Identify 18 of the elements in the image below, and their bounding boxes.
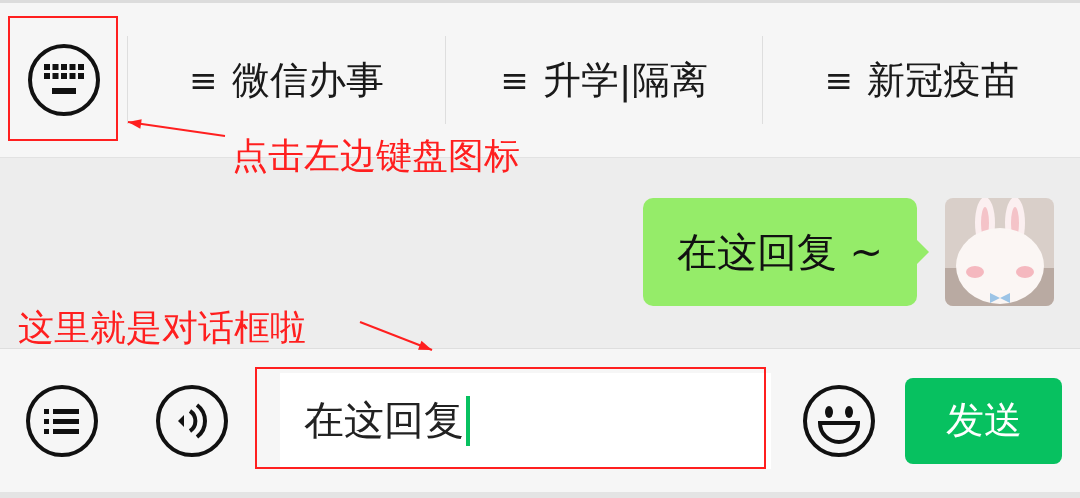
menu-item[interactable]: ≡ 升学|隔离 — [445, 54, 763, 106]
menu-label: 新冠疫苗 — [866, 56, 1019, 104]
annotation-text: 点击左边键盘图标 — [232, 134, 520, 178]
keyboard-icon[interactable] — [25, 42, 102, 118]
message-input-field[interactable]: 在这回复 — [280, 372, 772, 469]
menu-item[interactable]: ≡ 微信办事 — [128, 54, 445, 106]
text-cursor — [466, 395, 470, 446]
menu-glyph: ≡ — [500, 60, 529, 100]
emoji-icon[interactable] — [801, 382, 878, 459]
menu-glyph: ≡ — [189, 60, 218, 100]
menu-label: 升学|隔离 — [542, 56, 708, 105]
menu-glyph: ≡ — [824, 60, 853, 100]
list-icon[interactable] — [24, 382, 100, 459]
menu-item[interactable]: ≡ 新冠疫苗 — [763, 54, 1080, 106]
voice-icon[interactable] — [154, 382, 230, 459]
annotation-text: 这里就是对话框啦 — [18, 306, 306, 350]
bubble-tail — [917, 240, 929, 264]
menu-label: 微信办事 — [231, 56, 384, 104]
